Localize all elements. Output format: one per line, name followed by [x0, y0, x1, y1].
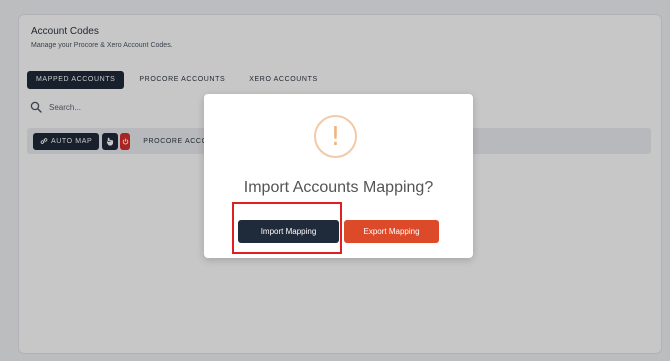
exclamation-icon: !	[314, 115, 357, 158]
highlight-box	[232, 202, 342, 254]
export-mapping-button[interactable]: Export Mapping	[344, 220, 439, 243]
dialog-title: Import Accounts Mapping?	[243, 179, 434, 196]
